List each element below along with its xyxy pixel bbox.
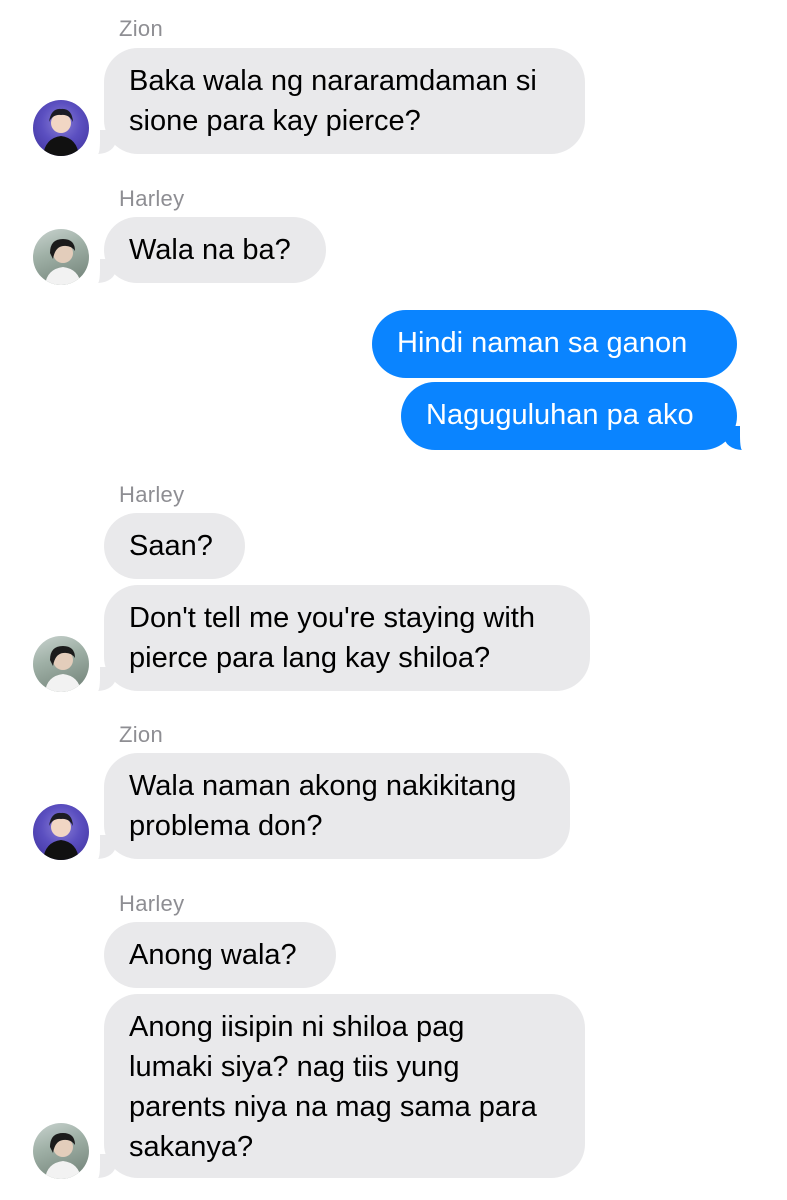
sender-name: Harley (119, 482, 185, 507)
bubble-tail (724, 426, 750, 450)
sender-name: Harley (119, 891, 185, 916)
message-line: pierce para lang kay shiloa? (129, 642, 491, 674)
message-bubble-outgoing[interactable]: Naguguluhan pa ako (401, 382, 737, 450)
bubble-tail (90, 667, 116, 691)
message-line: Naguguluhan pa ako (426, 399, 694, 431)
avatar-zion[interactable] (33, 804, 89, 860)
message-line: lumaki siya? nag tiis yung (129, 1051, 460, 1083)
sender-name: Harley (119, 186, 185, 211)
avatar-harley[interactable] (33, 636, 89, 692)
message-bubble-incoming[interactable]: Wala na ba? (104, 217, 326, 283)
message-bubble-incoming[interactable]: Baka wala ng nararamdaman si sione para … (104, 48, 585, 154)
bubble-tail (90, 835, 116, 859)
message-line: parents niya na mag sama para (129, 1091, 537, 1123)
bubble-tail (90, 130, 116, 154)
sender-name: Zion (119, 722, 163, 747)
message-line: Wala naman akong nakikitang (129, 770, 517, 802)
message-line: Anong wala? (129, 939, 297, 971)
message-line: Anong iisipin ni shiloa pag (129, 1011, 465, 1043)
bubble-tail (90, 1154, 116, 1178)
message-line: Don't tell me you're staying with (129, 602, 535, 634)
message-line: sakanya? (129, 1131, 254, 1163)
message-line: sione para kay pierce? (129, 105, 421, 137)
message-bubble-incoming[interactable]: Anong wala? (104, 922, 336, 988)
message-line: Hindi naman sa ganon (397, 327, 688, 359)
bubble-tail (90, 259, 116, 283)
avatar-zion[interactable] (33, 100, 89, 156)
avatar-harley[interactable] (33, 229, 89, 285)
sender-name: Zion (119, 16, 163, 41)
avatar-harley[interactable] (33, 1123, 89, 1179)
message-line: Baka wala ng nararamdaman si (129, 65, 537, 97)
message-line: Wala na ba? (129, 234, 291, 266)
message-line: problema don? (129, 810, 323, 842)
message-bubble-incoming[interactable]: Don't tell me you're staying with pierce… (104, 585, 590, 691)
message-bubble-outgoing[interactable]: Hindi naman sa ganon (372, 310, 737, 378)
message-bubble-incoming[interactable]: Wala naman akong nakikitang problema don… (104, 753, 570, 859)
message-bubble-incoming[interactable]: Anong iisipin ni shiloa pag lumaki siya?… (104, 994, 585, 1178)
message-line: Saan? (129, 530, 213, 562)
message-bubble-incoming[interactable]: Saan? (104, 513, 245, 579)
